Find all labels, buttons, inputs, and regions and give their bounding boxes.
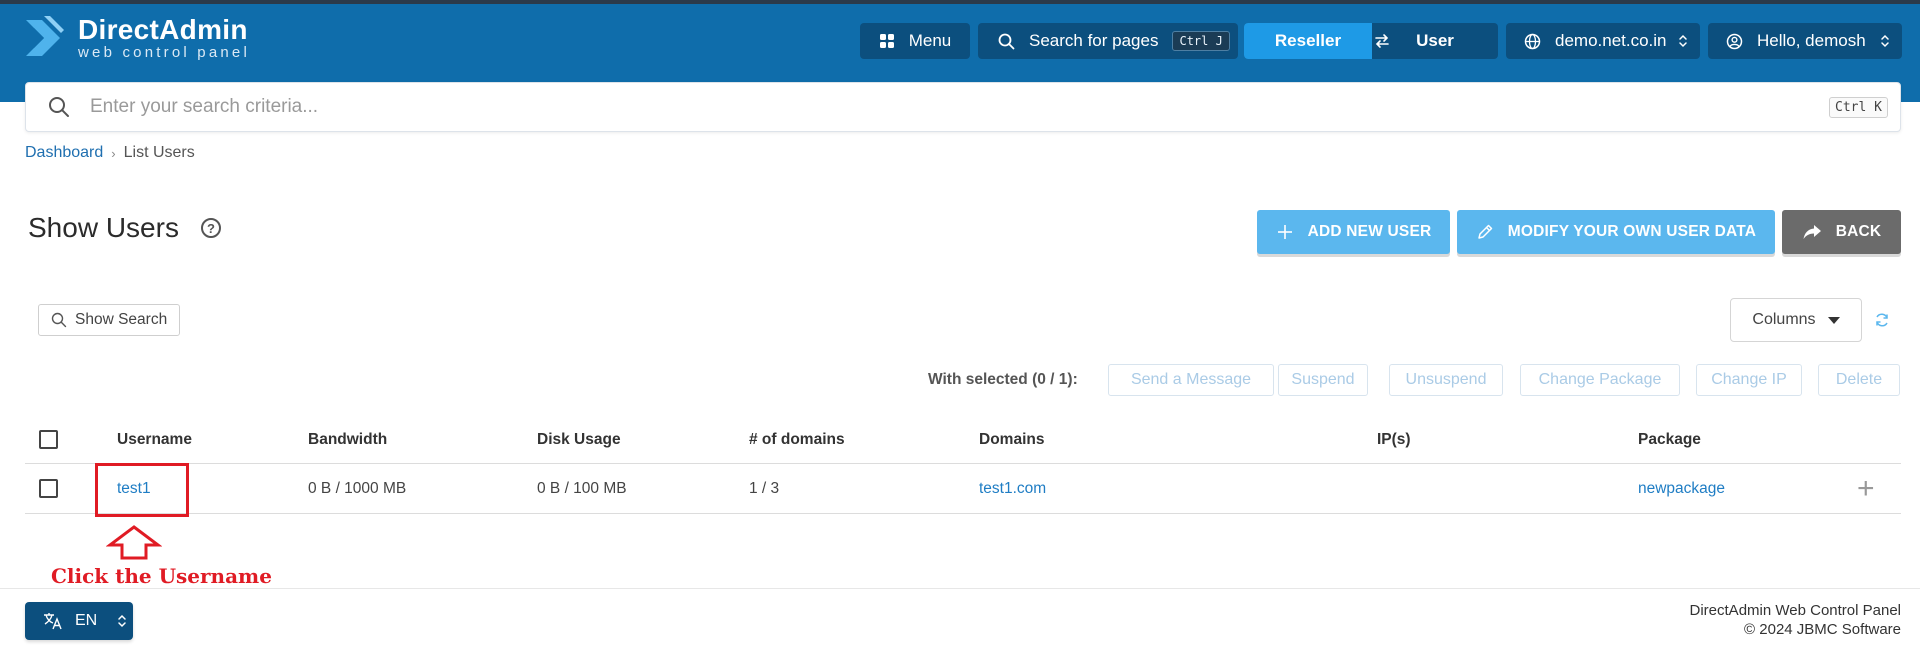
- language-selector[interactable]: EN: [25, 602, 133, 640]
- col-bandwidth[interactable]: Bandwidth: [308, 416, 387, 463]
- show-search-button[interactable]: Show Search: [38, 304, 180, 336]
- annotation-text: Click the Username: [51, 564, 272, 588]
- grid-icon: [879, 33, 895, 49]
- change-ip-button[interactable]: Change IP: [1696, 364, 1802, 396]
- modify-user-data-label: MODIFY YOUR OWN USER DATA: [1507, 223, 1757, 240]
- domain-link[interactable]: test1.com: [979, 480, 1046, 498]
- annotation-arrow-up-icon: [105, 525, 163, 566]
- add-new-user-label: ADD NEW USER: [1307, 223, 1432, 240]
- bandwidth-value: 0 B / 1000 MB: [308, 479, 407, 497]
- page-title: Show Users: [28, 212, 179, 243]
- chevron-right-icon: ›: [111, 145, 116, 161]
- select-all-checkbox[interactable]: [39, 430, 58, 449]
- toggle-reseller[interactable]: Reseller: [1244, 23, 1372, 59]
- suspend-button[interactable]: Suspend: [1278, 364, 1368, 396]
- user-menu[interactable]: Hello, demosh: [1708, 23, 1902, 59]
- chevron-updown-icon: [117, 613, 127, 629]
- directadmin-logo-icon: [26, 16, 64, 56]
- globe-icon: [1524, 33, 1541, 50]
- back-label: BACK: [1835, 223, 1882, 240]
- annotation-highlight-box: [95, 463, 189, 517]
- col-disk-usage[interactable]: Disk Usage: [537, 416, 621, 463]
- unsuspend-button[interactable]: Unsuspend: [1389, 364, 1503, 396]
- reseller-user-toggle[interactable]: Reseller User: [1244, 23, 1498, 59]
- users-table: Username Bandwidth Disk Usage # of domai…: [25, 416, 1901, 514]
- search-icon: [998, 33, 1015, 50]
- footer-copyright-line: © 2024 JBMC Software: [1744, 621, 1901, 638]
- search-pages-shortcut: Ctrl J: [1172, 31, 1230, 51]
- search-pages-label: Search for pages: [1029, 31, 1159, 50]
- send-message-button[interactable]: Send a Message: [1108, 364, 1274, 396]
- with-selected-label: With selected (0 / 1):: [928, 371, 1078, 388]
- col-username[interactable]: Username: [117, 416, 192, 463]
- menu-button[interactable]: Menu: [860, 23, 970, 59]
- back-button[interactable]: BACK: [1782, 210, 1901, 254]
- row-checkbox[interactable]: [39, 479, 58, 498]
- search-shortcut: Ctrl K: [1829, 97, 1888, 118]
- logo-title: DirectAdmin: [78, 14, 248, 45]
- columns-label: Columns: [1752, 311, 1816, 328]
- share-arrow-icon: [1802, 223, 1822, 241]
- search-pages-button[interactable]: Search for pages Ctrl J: [978, 23, 1238, 59]
- col-package[interactable]: Package: [1638, 416, 1701, 463]
- expand-plus-icon[interactable]: +: [1857, 472, 1875, 506]
- pencil-icon: [1476, 223, 1494, 241]
- modify-user-data-button[interactable]: MODIFY YOUR OWN USER DATA: [1457, 210, 1775, 254]
- table-row: test1 0 B / 1000 MB 0 B / 100 MB 1 / 3 t…: [25, 464, 1901, 514]
- add-new-user-button[interactable]: ADD NEW USER: [1257, 210, 1450, 254]
- page-title-wrap: Show Users ?: [28, 212, 221, 244]
- logo-subtitle: web control panel: [78, 44, 250, 61]
- caret-down-icon: [1827, 316, 1840, 324]
- footer-copyright: DirectAdmin Web Control Panel © 2024 JBM…: [1690, 601, 1901, 639]
- col-ips[interactable]: IP(s): [1377, 416, 1411, 463]
- show-search-label: Show Search: [75, 311, 168, 328]
- breadcrumb: Dashboard › List Users: [25, 144, 195, 162]
- translate-icon: [43, 612, 63, 630]
- footer-product: DirectAdmin Web Control Panel: [1689, 602, 1901, 619]
- language-label: EN: [75, 612, 98, 629]
- search-icon: [51, 312, 67, 328]
- delete-button[interactable]: Delete: [1818, 364, 1900, 396]
- chevron-updown-icon: [1880, 33, 1890, 54]
- footer-divider: [0, 588, 1920, 589]
- package-link[interactable]: newpackage: [1638, 480, 1725, 498]
- global-search-input[interactable]: [90, 96, 1740, 118]
- logo[interactable]: DirectAdmin web control panel: [24, 14, 250, 62]
- search-icon: [48, 96, 70, 118]
- breadcrumb-current: List Users: [123, 144, 195, 161]
- help-icon[interactable]: ?: [200, 218, 221, 238]
- menu-label: Menu: [908, 31, 952, 50]
- domain-selector[interactable]: demo.net.co.in: [1506, 23, 1700, 59]
- global-search-bar: Ctrl K: [25, 82, 1901, 132]
- domain-count-value: 1 / 3: [749, 479, 780, 497]
- swap-icon: [1372, 31, 1392, 56]
- chevron-updown-icon: [1678, 33, 1688, 54]
- domain-label: demo.net.co.in: [1555, 31, 1667, 50]
- table-header: Username Bandwidth Disk Usage # of domai…: [25, 416, 1901, 464]
- change-package-button[interactable]: Change Package: [1520, 364, 1680, 396]
- toggle-user[interactable]: User: [1372, 23, 1498, 59]
- toggle-user-label: User: [1416, 31, 1454, 50]
- col-domains[interactable]: Domains: [979, 416, 1044, 463]
- columns-dropdown[interactable]: Columns: [1730, 298, 1862, 342]
- user-circle-icon: [1726, 33, 1743, 50]
- breadcrumb-dashboard[interactable]: Dashboard: [25, 144, 103, 162]
- plus-icon: [1276, 223, 1294, 241]
- greeting-label: Hello, demosh: [1757, 31, 1866, 50]
- disk-usage-value: 0 B / 100 MB: [537, 479, 627, 497]
- refresh-icon[interactable]: [1874, 312, 1890, 333]
- col-domain-count[interactable]: # of domains: [749, 416, 845, 463]
